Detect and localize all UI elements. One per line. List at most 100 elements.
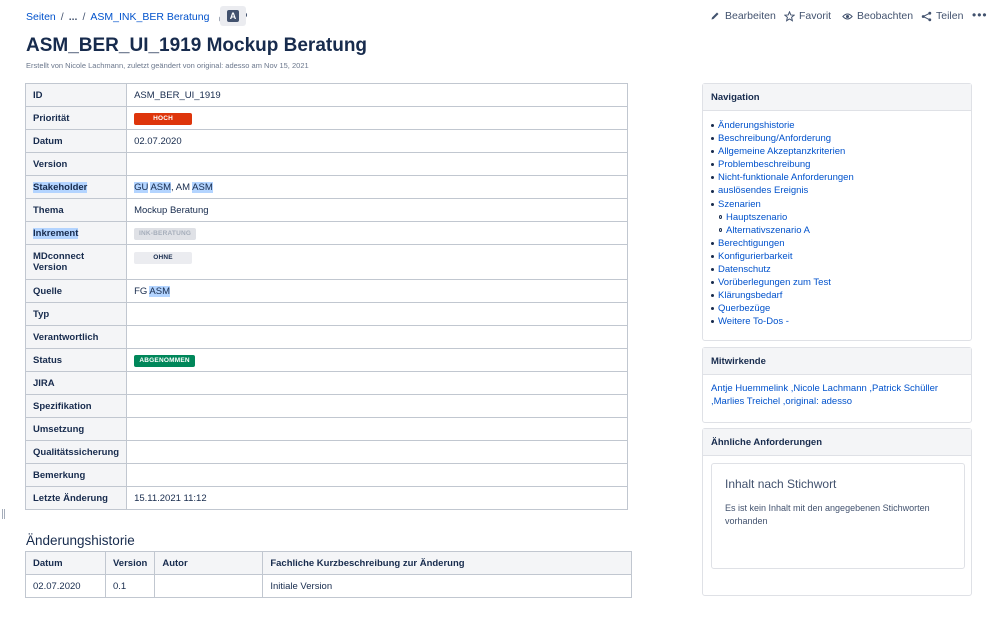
stakeholder-label: Stakeholder: [33, 181, 88, 193]
table-row: Inkrement INK-BERATUNG: [24, 221, 628, 245]
edit-button[interactable]: Bearbeiten: [709, 10, 776, 22]
table-row: Priorität HOCH: [24, 106, 628, 130]
source-part: ASM: [149, 285, 170, 297]
table-row: Umsetzung: [24, 417, 628, 441]
navigation-title: Navigation: [703, 84, 971, 111]
table-row: JIRA: [24, 371, 628, 395]
row-label: Spezifikation: [24, 394, 128, 418]
row-value: [126, 463, 628, 487]
column-header: Datum: [25, 551, 106, 575]
nav-item[interactable]: Vorüberlegungen zum Test: [711, 276, 971, 289]
nav-item[interactable]: Allgemeine Akzeptanzkriterien: [711, 145, 971, 158]
circle-bullet-icon: [719, 215, 722, 220]
source-part: FG: [134, 285, 148, 297]
row-label: MDconnect Version: [24, 244, 128, 280]
circle-bullet-icon: [719, 228, 722, 233]
bullet-icon: [711, 307, 714, 311]
contributors-list[interactable]: Antje Huemmelink ,Nicole Lachmann ,Patri…: [703, 375, 971, 415]
nav-item[interactable]: Berechtigungen: [711, 237, 971, 250]
bullet-icon: [711, 137, 714, 141]
row-value: [126, 394, 628, 418]
page-title: ASM_BER_UI_1919 Mockup Beratung: [26, 35, 368, 56]
row-label: Priorität: [24, 106, 128, 130]
nav-subitem[interactable]: Alternativszenario A: [711, 224, 971, 237]
nav-item[interactable]: Änderungshistorie: [711, 119, 971, 132]
row-value: [126, 371, 628, 395]
column-header: Autor: [154, 551, 264, 575]
row-value: [126, 152, 628, 176]
pencil-icon: [709, 10, 721, 22]
priority-lozenge: HOCH: [134, 112, 193, 125]
keyword-box-title: Inhalt nach Stichwort: [725, 477, 837, 491]
row-value: Mockup Beratung: [126, 198, 628, 222]
nav-item[interactable]: Szenarien: [711, 198, 971, 211]
history-heading: Änderungshistorie: [26, 533, 135, 548]
stakeholder-part: ASM: [150, 181, 172, 193]
nav-item-label: Nicht-funktionale Anforderungen: [718, 172, 854, 184]
share-button[interactable]: Teilen: [920, 10, 963, 22]
row-label: Datum: [24, 129, 128, 153]
star-icon: [783, 10, 795, 22]
nav-subitem[interactable]: Hauptszenario: [711, 211, 971, 224]
similar-requirements-title: Ähnliche Anforderungen: [703, 429, 971, 456]
bullet-icon: [711, 241, 714, 245]
nav-item-label: Konfigurierbarkeit: [718, 250, 793, 262]
bullet-icon: [711, 281, 714, 285]
table-row: ID ASM_BER_UI_1919: [24, 83, 628, 107]
table-row: Bemerkung: [24, 463, 628, 487]
nav-item[interactable]: Beschreibung/Anforderung: [711, 132, 971, 145]
history-table: Datum Version Autor Fachliche Kurzbeschr…: [25, 551, 632, 598]
nav-item[interactable]: Konfigurierbarkeit: [711, 250, 971, 263]
nav-item-label: Berechtigungen: [718, 237, 785, 249]
table-row: Stakeholder GU ASM, AM ASM: [24, 175, 628, 199]
row-value: HOCH: [126, 106, 628, 130]
table-row: 02.07.2020 0.1 Initiale Version: [25, 574, 632, 598]
row-label: Status: [24, 348, 128, 372]
stakeholder-part: GU: [134, 181, 149, 193]
row-label: Quelle: [24, 279, 128, 303]
requirement-info-table: ID ASM_BER_UI_1919 Priorität HOCH Datum …: [24, 83, 628, 510]
favorite-button[interactable]: Favorit: [783, 10, 831, 22]
contributors-panel: Mitwirkende Antje Huemmelink ,Nicole Lac…: [702, 347, 972, 423]
watch-button[interactable]: Beobachten: [841, 10, 913, 22]
row-label: Stakeholder: [24, 175, 128, 199]
row-value: [126, 440, 628, 464]
nav-item[interactable]: Nicht-funktionale Anforderungen: [711, 171, 971, 184]
nav-item[interactable]: Querbezüge: [711, 302, 971, 315]
stakeholder-part: , AM: [171, 181, 191, 193]
nav-item-label: Datenschutz: [718, 264, 771, 276]
page-byline: Erstellt von Nicole Lachmann, zuletzt ge…: [26, 61, 309, 70]
nav-item[interactable]: Datenschutz: [711, 263, 971, 276]
favorite-label: Favorit: [799, 10, 832, 22]
row-value: GU ASM, AM ASM: [126, 175, 628, 199]
table-row: Spezifikation: [24, 394, 628, 418]
bullet-icon: [711, 176, 714, 180]
nav-item-label: Alternativszenario A: [726, 224, 810, 236]
more-actions-button[interactable]: •••: [972, 8, 988, 22]
nav-item-label: Klärungsbedarf: [718, 290, 783, 302]
row-label: ID: [24, 83, 128, 107]
eye-icon: [841, 10, 853, 22]
row-value: FG ASM: [126, 279, 628, 303]
table-row: Verantwortlich: [24, 325, 628, 349]
bullet-icon: [711, 320, 714, 324]
row-label: Umsetzung: [24, 417, 128, 441]
row-value: [126, 325, 628, 349]
nav-item[interactable]: Problembeschreibung: [711, 158, 971, 171]
nav-item[interactable]: Klärungsbedarf: [711, 289, 971, 302]
nav-item-label: Änderungshistorie: [718, 120, 795, 131]
resize-handle[interactable]: [2, 509, 5, 519]
nav-item-label: auslösendes Ereignis: [718, 185, 809, 197]
page-actions: Bearbeiten Favorit Beobachten Teilen: [0, 10, 999, 24]
row-value: [126, 417, 628, 441]
table-row: Typ: [24, 302, 628, 326]
row-label: Letzte Änderung: [24, 486, 128, 510]
share-label: Teilen: [936, 10, 964, 22]
edit-label: Bearbeiten: [725, 10, 776, 22]
table-row: Status ABGENOMMEN: [24, 348, 628, 372]
table-cell: [154, 574, 264, 598]
row-value: [126, 302, 628, 326]
table-row: Letzte Änderung 15.11.2021 11:12: [24, 486, 628, 510]
nav-item[interactable]: Weitere To-Dos -: [711, 315, 971, 328]
nav-item[interactable]: auslösendes Ereignis: [711, 184, 971, 197]
